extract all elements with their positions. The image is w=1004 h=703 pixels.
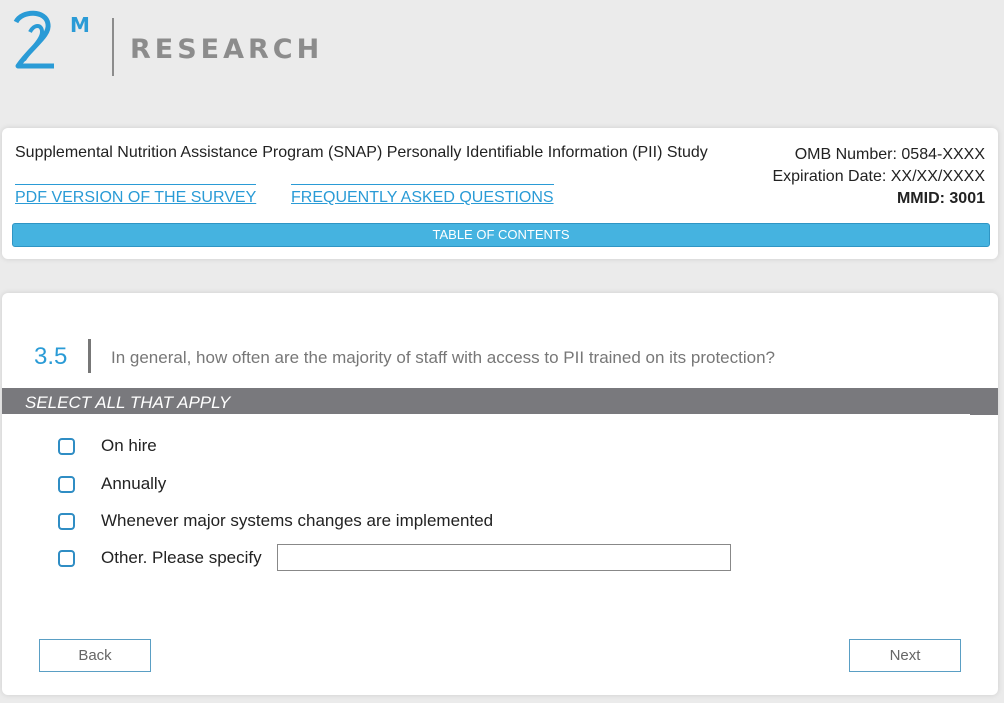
next-button[interactable]: Next xyxy=(849,639,961,672)
option-label: Other. Please specify xyxy=(101,548,262,567)
option-label: Whenever major systems changes are imple… xyxy=(101,511,494,530)
other-specify-input[interactable] xyxy=(277,544,731,571)
company-logo: M RESEARCH xyxy=(10,8,319,80)
question-divider xyxy=(88,339,91,373)
expiration-date: Expiration Date: XX/XX/XXXX xyxy=(772,168,985,185)
survey-header-card: Supplemental Nutrition Assistance Progra… xyxy=(2,128,998,259)
checkbox-on-hire[interactable] xyxy=(58,437,75,455)
option-other[interactable]: Other. Please specify xyxy=(58,547,262,569)
checkbox-annually[interactable] xyxy=(58,475,75,493)
question-card: 3.5 In general, how often are the majori… xyxy=(2,293,998,695)
checkbox-other[interactable] xyxy=(58,549,75,567)
pdf-version-link[interactable]: PDF VERSION OF THE SURVEY xyxy=(15,184,257,207)
faq-link[interactable]: FREQUENTLY ASKED QUESTIONS xyxy=(291,184,554,207)
instruction-banner: SELECT ALL THAT APPLY xyxy=(2,388,998,415)
question-text: In general, how often are the majority o… xyxy=(111,348,775,367)
svg-text:M: M xyxy=(70,13,90,37)
checkbox-major-systems-changes[interactable] xyxy=(58,512,75,530)
logo-text: RESEARCH xyxy=(130,34,324,65)
question-number: 3.5 xyxy=(34,343,68,370)
option-label: On hire xyxy=(101,436,157,455)
omb-number: OMB Number: 0584-XXXX xyxy=(794,146,985,163)
option-label: Annually xyxy=(101,474,167,493)
back-button[interactable]: Back xyxy=(39,639,151,672)
option-annually[interactable]: Annually xyxy=(58,473,166,495)
option-on-hire[interactable]: On hire xyxy=(58,435,157,457)
option-major-systems-changes[interactable]: Whenever major systems changes are imple… xyxy=(58,510,493,532)
omb-info: OMB Number: 0584-XXXX Expiration Date: X… xyxy=(772,144,985,210)
study-title: Supplemental Nutrition Assistance Progra… xyxy=(15,144,708,161)
logo-divider xyxy=(112,18,114,76)
logo-2m-mark: M xyxy=(13,10,90,69)
table-of-contents-button[interactable]: TABLE OF CONTENTS xyxy=(12,223,990,247)
mmid: MMID: 3001 xyxy=(896,190,985,207)
